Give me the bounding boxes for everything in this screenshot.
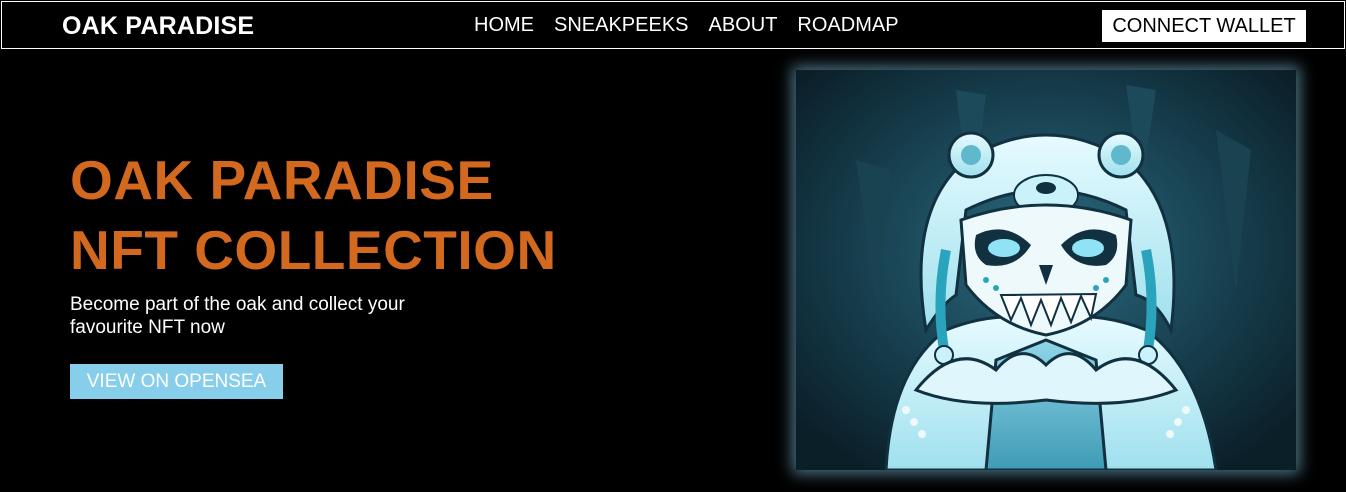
nav-link-roadmap[interactable]: ROADMAP xyxy=(797,14,898,37)
hero-title: OAK PARADISE NFT COLLECTION xyxy=(70,145,710,285)
nav-link-sneakpeeks[interactable]: SNEAKPEEKS xyxy=(554,14,689,37)
nav-link-about[interactable]: ABOUT xyxy=(709,14,778,37)
ice-bear-skull-nft-icon xyxy=(796,70,1296,470)
hero-title-line-1: OAK PARADISE xyxy=(70,149,494,211)
hero-subtitle: Become part of the oak and collect your … xyxy=(70,293,470,339)
brand-logo-text[interactable]: OAK PARADISE xyxy=(62,12,254,41)
hero-subtitle-line-1: Become part of the oak and collect your xyxy=(70,294,405,315)
top-navbar: OAK PARADISE HOME SNEAKPEEKS ABOUT ROADM… xyxy=(1,1,1345,49)
nft-artwork-image xyxy=(796,70,1296,470)
view-on-opensea-button[interactable]: VIEW ON OPENSEA xyxy=(70,364,283,399)
nav-links: HOME SNEAKPEEKS ABOUT ROADMAP xyxy=(474,14,899,37)
hero-subtitle-line-2: favourite NFT now xyxy=(70,317,225,338)
connect-wallet-button[interactable]: CONNECT WALLET xyxy=(1102,10,1306,42)
nav-link-home[interactable]: HOME xyxy=(474,14,534,37)
hero-title-line-2: NFT COLLECTION xyxy=(70,219,557,281)
